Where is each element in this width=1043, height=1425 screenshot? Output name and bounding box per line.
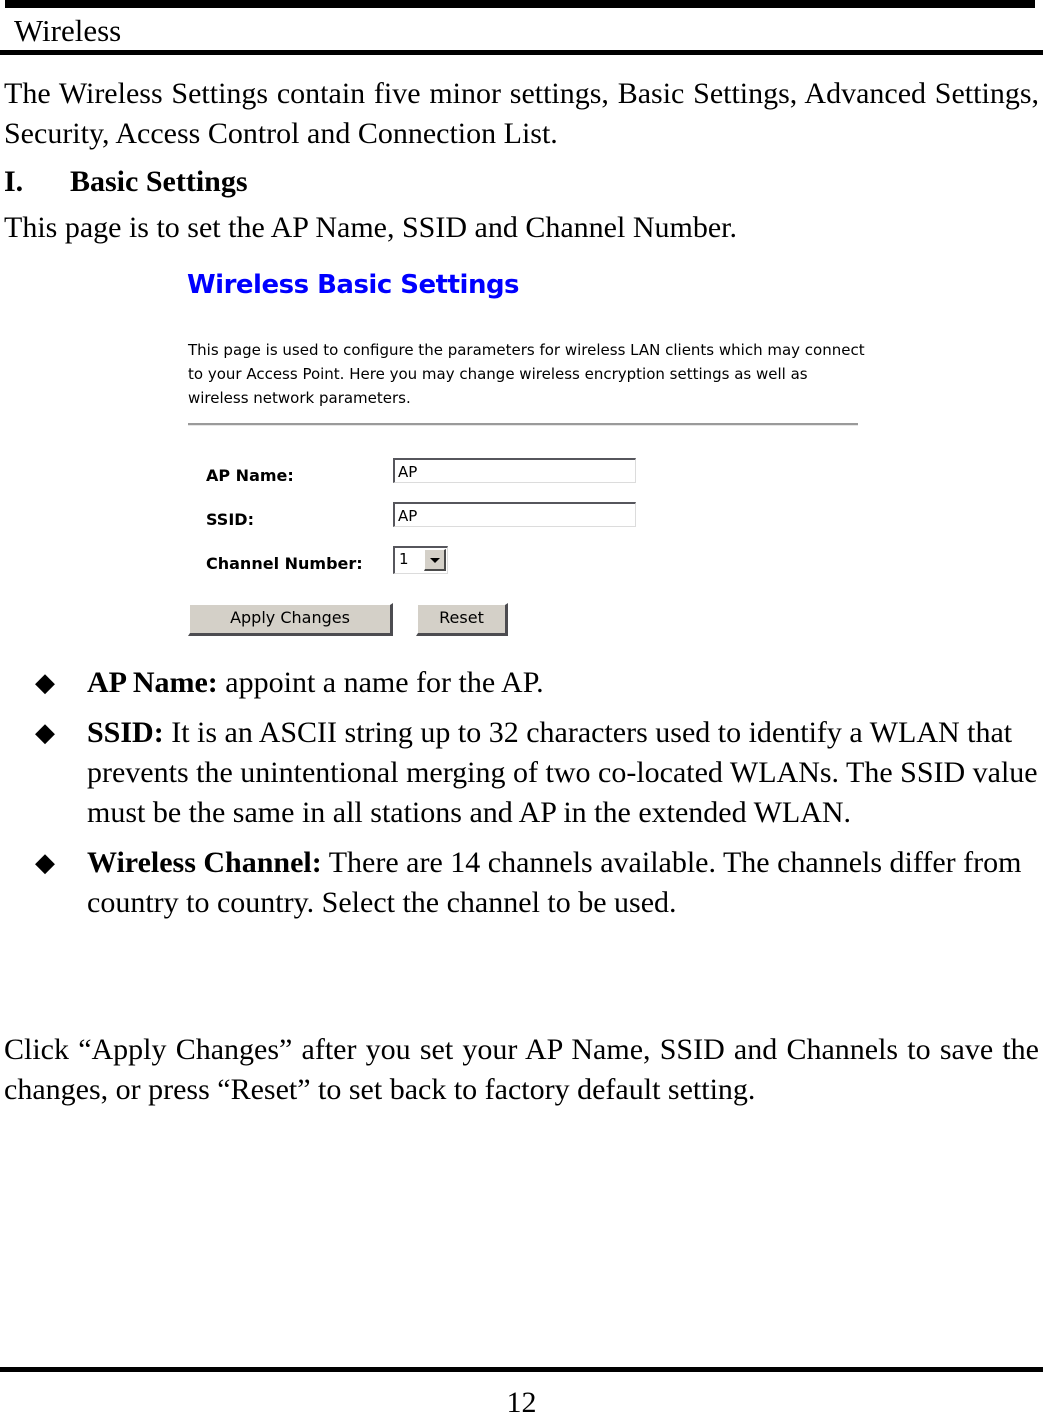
channel-number-select[interactable]: 1: [393, 546, 448, 574]
form-row-ap-name: AP Name: AP: [188, 458, 868, 502]
form-row-channel-number: Channel Number: 1: [188, 546, 868, 590]
header-top-rule: [5, 0, 1035, 8]
bullet-description-ap-name: appoint a name for the AP.: [217, 666, 544, 699]
section-title: Basic Settings: [70, 165, 248, 198]
list-item: ◆ AP Name: appoint a name for the AP.: [4, 663, 1039, 703]
form-row-ssid: SSID: AP: [188, 502, 868, 546]
ui-button-bar: Apply Changes Reset: [188, 603, 508, 636]
settings-bullet-list: ◆ AP Name: appoint a name for the AP. ◆ SS…: [4, 663, 1039, 933]
bullet-term-wireless-channel: Wireless Channel:: [87, 846, 322, 879]
channel-number-value: 1: [399, 550, 409, 568]
ui-page-title: Wireless Basic Settings: [187, 270, 520, 300]
reset-button[interactable]: Reset: [416, 603, 508, 636]
wireless-basic-settings-form: AP Name: AP SSID: AP Channel Number: 1: [188, 458, 868, 590]
ui-horizontal-divider: [188, 423, 858, 426]
closing-paragraph: Click “Apply Changes” after you set your…: [4, 1033, 1039, 1106]
bullet-description-ssid: It is an ASCII string up to 32 character…: [87, 716, 1038, 829]
lead-in-paragraph: This page is to set the AP Name, SSID an…: [4, 211, 737, 244]
running-header-title: Wireless: [14, 13, 122, 48]
bullet-term-ssid: SSID:: [87, 716, 164, 749]
chevron-down-icon[interactable]: [424, 549, 446, 571]
diamond-bullet-icon: ◆: [35, 668, 55, 697]
ap-name-input[interactable]: AP: [393, 458, 636, 483]
apply-changes-button[interactable]: Apply Changes: [188, 603, 393, 636]
channel-number-label: Channel Number:: [206, 554, 363, 573]
intro-paragraph: The Wireless Settings contain five minor…: [4, 77, 1039, 150]
diamond-bullet-icon: ◆: [35, 718, 55, 747]
ssid-label: SSID:: [206, 510, 254, 529]
list-item: ◆ Wireless Channel: There are 14 channels…: [4, 843, 1039, 923]
ssid-input[interactable]: AP: [393, 502, 636, 527]
section-numeral: I.: [4, 165, 24, 198]
document-body: The Wireless Settings contain five minor…: [4, 74, 1039, 254]
embedded-ui-screenshot: Wireless Basic Settings This page is use…: [170, 258, 890, 658]
header-bottom-rule: [0, 50, 1043, 55]
footer-rule: [0, 1367, 1043, 1372]
list-item: ◆ SSID: It is an ASCII string up to 32 ch…: [4, 713, 1039, 833]
ap-name-label: AP Name:: [206, 466, 294, 485]
bullet-term-ap-name: AP Name:: [87, 666, 218, 699]
page-number: 12: [506, 1386, 537, 1419]
ui-page-description: This page is used to configure the param…: [188, 341, 865, 407]
diamond-bullet-icon: ◆: [35, 848, 55, 877]
section-heading: I. Basic Settings: [4, 162, 1039, 202]
